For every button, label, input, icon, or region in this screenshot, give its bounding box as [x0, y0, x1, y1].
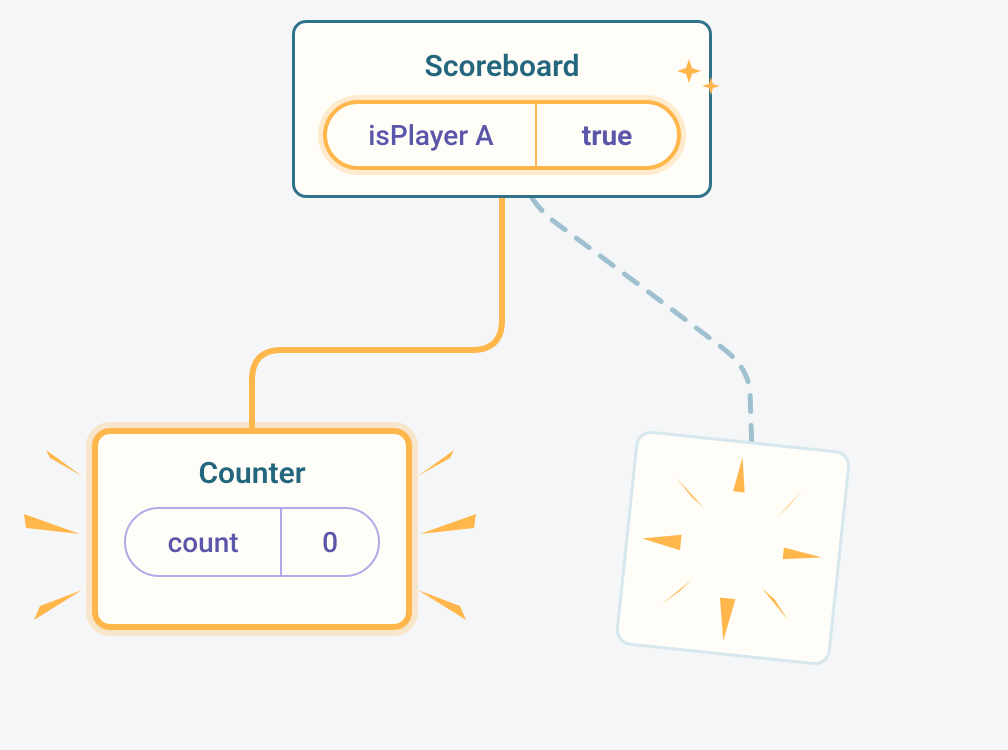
state-label: isPlayer A [368, 119, 493, 152]
state-value: true [582, 119, 633, 152]
state-value: 0 [322, 526, 338, 559]
removed-card-placeholder [614, 429, 851, 666]
poof-icon [618, 433, 849, 664]
sparkle-icon [675, 57, 721, 103]
scoreboard-card: Scoreboard isPlayer A true [292, 20, 712, 198]
counter-title: Counter [124, 456, 380, 491]
pill-label-cell: count [126, 509, 282, 575]
pill-label-cell: isPlayer A [327, 104, 537, 166]
scoreboard-state-pill: isPlayer A true [323, 100, 681, 170]
emphasis-burst-left [20, 450, 90, 630]
scoreboard-title: Scoreboard [323, 49, 681, 84]
pill-value-cell: 0 [282, 509, 378, 575]
counter-card: Counter count 0 [92, 428, 412, 630]
diagram-canvas: Scoreboard isPlayer A true Counter count… [0, 0, 1008, 750]
emphasis-burst-right [410, 450, 480, 630]
counter-state-pill: count 0 [124, 507, 380, 577]
state-label: count [168, 526, 239, 559]
pill-value-cell: true [537, 104, 677, 166]
